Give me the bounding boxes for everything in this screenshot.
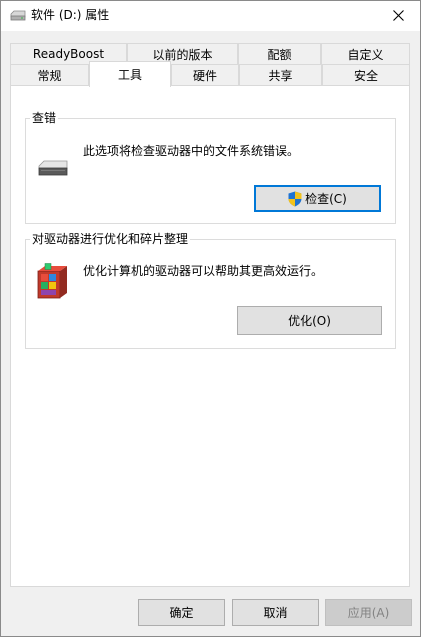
apply-button[interactable]: 应用(A) <box>325 599 412 626</box>
window-title: 软件 (D:) 属性 <box>31 8 110 22</box>
tab-security[interactable]: 安全 <box>322 64 410 85</box>
optimize-group: 对驱动器进行优化和碎片整理 优化计算机的驱动器可以帮助其更高效运行。 优化(O) <box>25 232 396 349</box>
defrag-icon <box>37 263 67 299</box>
apply-button-label: 应用(A) <box>347 606 390 620</box>
tab-sharing[interactable]: 共享 <box>239 64 322 85</box>
uac-shield-icon <box>288 191 302 206</box>
optimize-title: 对驱动器进行优化和碎片整理 <box>30 232 191 246</box>
close-icon <box>392 10 404 21</box>
cancel-button-label: 取消 <box>263 606 288 620</box>
cancel-button[interactable]: 取消 <box>232 599 319 626</box>
close-button[interactable] <box>375 0 421 31</box>
tab-hardware[interactable]: 硬件 <box>171 64 239 85</box>
optimize-button-label: 优化(O) <box>288 314 331 328</box>
optimize-description: 优化计算机的驱动器可以帮助其更高效运行。 <box>83 264 324 278</box>
hard-drive-icon <box>38 160 68 176</box>
tab-customize[interactable]: 自定义 <box>321 43 410 64</box>
error-check-description: 此选项将检查驱动器中的文件系统错误。 <box>83 144 300 158</box>
check-button-label: 检查(C) <box>305 192 347 206</box>
check-button[interactable]: 检查(C) <box>254 185 381 212</box>
title-bar: 软件 (D:) 属性 <box>0 0 421 31</box>
tools-panel: 查错 此选项将检查驱动器中的文件系统错误。 检查(C) 对驱动器进行优化和碎片整… <box>10 85 410 587</box>
ok-button[interactable]: 确定 <box>138 599 225 626</box>
ok-button-label: 确定 <box>169 606 194 620</box>
error-check-group: 查错 此选项将检查驱动器中的文件系统错误。 检查(C) <box>25 111 396 224</box>
optimize-button[interactable]: 优化(O) <box>237 306 382 335</box>
tab-tools[interactable]: 工具 <box>89 61 171 87</box>
tab-general[interactable]: 常规 <box>10 64 89 85</box>
tab-quota[interactable]: 配额 <box>238 43 321 64</box>
drive-icon <box>10 10 26 21</box>
error-check-title: 查错 <box>30 111 59 125</box>
